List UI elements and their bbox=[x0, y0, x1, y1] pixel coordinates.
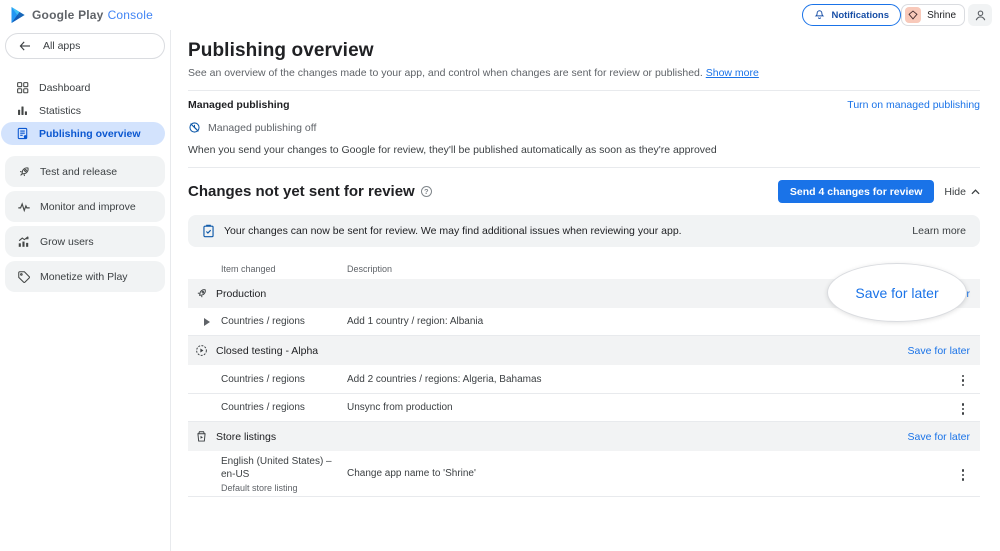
account-avatar-button[interactable] bbox=[968, 4, 992, 26]
banner-text: Your changes can now be sent for review.… bbox=[224, 225, 682, 237]
divider bbox=[188, 167, 980, 168]
back-arrow-icon bbox=[19, 41, 31, 51]
logo-google-play-text: Google Play bbox=[32, 8, 104, 22]
send-changes-button[interactable]: Send 4 changes for review bbox=[778, 180, 934, 203]
row-menu-kebab-icon[interactable] bbox=[958, 372, 969, 390]
item-changed-cell: Countries / regions bbox=[221, 316, 305, 327]
clipboard-icon bbox=[202, 224, 215, 238]
description-cell: Unsync from production bbox=[347, 402, 870, 413]
sidebar-groups: Test and release Monitor and improve Gro… bbox=[0, 156, 170, 292]
all-apps-label: All apps bbox=[43, 40, 80, 52]
sidebar-item-label: Publishing overview bbox=[39, 128, 141, 140]
sidebar-item-grow-users[interactable]: Grow users bbox=[5, 226, 165, 257]
item-changed-cell: Countries / regions bbox=[221, 402, 305, 413]
sidebar-item-monitor-and-improve[interactable]: Monitor and improve bbox=[5, 191, 165, 222]
sidebar: All apps Dashboard Statistics bbox=[0, 30, 171, 551]
sidebar-item-dashboard[interactable]: Dashboard bbox=[0, 76, 165, 99]
page-title: Publishing overview bbox=[188, 39, 980, 62]
row-store-listing-en-us: English (United States) – en-US Default … bbox=[188, 451, 980, 497]
person-icon bbox=[974, 9, 987, 22]
growth-icon bbox=[16, 235, 31, 249]
group-row-closed-testing-alpha[interactable]: Closed testing - Alpha Save for later bbox=[188, 336, 980, 365]
publishing-overview-icon bbox=[15, 127, 30, 140]
managed-publishing-note: When you send your changes to Google for… bbox=[188, 144, 980, 156]
play-logo-icon bbox=[10, 6, 26, 24]
sidebar-item-monetize-with-play[interactable]: Monetize with Play bbox=[5, 261, 165, 292]
item-changed-cell: Countries / regions bbox=[221, 374, 305, 385]
rocket-icon bbox=[16, 165, 31, 179]
column-item-changed: Item changed bbox=[221, 264, 276, 274]
app-chip-label: Shrine bbox=[927, 10, 956, 21]
managed-publishing-off-icon bbox=[188, 121, 201, 134]
column-description: Description bbox=[347, 264, 392, 274]
group-row-store-listings[interactable]: Store listings Save for later bbox=[188, 422, 980, 451]
dashboard-icon bbox=[15, 81, 30, 94]
all-apps-back-button[interactable]: All apps bbox=[5, 33, 165, 59]
storefront-icon bbox=[195, 430, 208, 443]
description-cell: Add 1 country / region: Albania bbox=[347, 316, 870, 327]
sidebar-item-label: Monetize with Play bbox=[40, 271, 128, 283]
app-switcher-chip[interactable]: Shrine bbox=[901, 4, 965, 26]
sidebar-item-label: Grow users bbox=[40, 236, 94, 248]
changes-section-title: Changes not yet sent for review bbox=[188, 183, 415, 200]
managed-publishing-heading: Managed publishing bbox=[188, 99, 290, 111]
hide-label: Hide bbox=[944, 186, 966, 198]
managed-publishing-status: Managed publishing off bbox=[208, 122, 316, 134]
description-cell: Add 2 countries / regions: Algeria, Baha… bbox=[347, 374, 870, 385]
show-more-link[interactable]: Show more bbox=[706, 67, 759, 79]
sidebar-item-label: Monitor and improve bbox=[40, 201, 136, 213]
row-menu-kebab-icon[interactable] bbox=[958, 466, 969, 484]
row-menu-kebab-icon[interactable] bbox=[958, 400, 969, 418]
shrine-app-icon bbox=[905, 7, 921, 23]
logo-console-text: Console bbox=[108, 8, 153, 22]
sidebar-item-publishing-overview[interactable]: Publishing overview bbox=[1, 122, 165, 145]
learn-more-link[interactable]: Learn more bbox=[912, 225, 966, 237]
expand-row-icon[interactable] bbox=[204, 318, 210, 326]
help-icon[interactable]: ? bbox=[421, 186, 432, 197]
sidebar-nav: Dashboard Statistics Publishing overview bbox=[0, 76, 170, 145]
group-label: Closed testing - Alpha bbox=[216, 345, 318, 357]
item-changed-cell: English (United States) – en-US bbox=[221, 455, 347, 481]
tag-icon bbox=[16, 270, 31, 284]
statistics-icon bbox=[15, 104, 30, 117]
google-play-console-logo[interactable]: Google Play Console bbox=[10, 0, 153, 30]
review-info-banner: Your changes can now be sent for review.… bbox=[188, 215, 980, 247]
description-cell: Change app name to 'Shrine' bbox=[347, 468, 870, 479]
magnifier-overlay: Save for later bbox=[827, 263, 967, 322]
save-for-later-link[interactable]: Save for later bbox=[908, 345, 970, 357]
sidebar-item-test-and-release[interactable]: Test and release bbox=[5, 156, 165, 187]
save-for-later-link[interactable]: Save for later bbox=[908, 431, 970, 443]
closed-testing-icon bbox=[195, 344, 208, 357]
turn-on-managed-publishing-link[interactable]: Turn on managed publishing bbox=[847, 99, 980, 111]
chevron-up-icon bbox=[971, 189, 980, 195]
group-label: Production bbox=[216, 288, 266, 300]
sidebar-item-label: Dashboard bbox=[39, 82, 90, 94]
sidebar-item-label: Test and release bbox=[40, 166, 117, 178]
row-alpha-countries-add: Countries / regions Add 2 countries / re… bbox=[188, 365, 980, 394]
bell-icon bbox=[814, 9, 825, 21]
magnified-save-for-later-text: Save for later bbox=[855, 285, 938, 301]
main-content: Publishing overview See an overview of t… bbox=[188, 30, 980, 497]
page-description: See an overview of the changes made to y… bbox=[188, 67, 980, 80]
divider bbox=[188, 90, 980, 91]
notifications-label: Notifications bbox=[831, 10, 889, 21]
row-alpha-countries-unsync: Countries / regions Unsync from producti… bbox=[188, 394, 980, 422]
sidebar-item-statistics[interactable]: Statistics bbox=[0, 99, 165, 122]
hide-toggle[interactable]: Hide bbox=[944, 186, 980, 198]
top-bar: Google Play Console Notifications Shrine bbox=[0, 0, 1000, 30]
sidebar-item-label: Statistics bbox=[39, 105, 81, 117]
default-store-listing-label: Default store listing bbox=[221, 483, 347, 493]
notifications-button[interactable]: Notifications bbox=[802, 4, 901, 26]
rocket-icon bbox=[195, 287, 208, 300]
group-label: Store listings bbox=[216, 431, 276, 443]
pulse-icon bbox=[16, 200, 31, 214]
